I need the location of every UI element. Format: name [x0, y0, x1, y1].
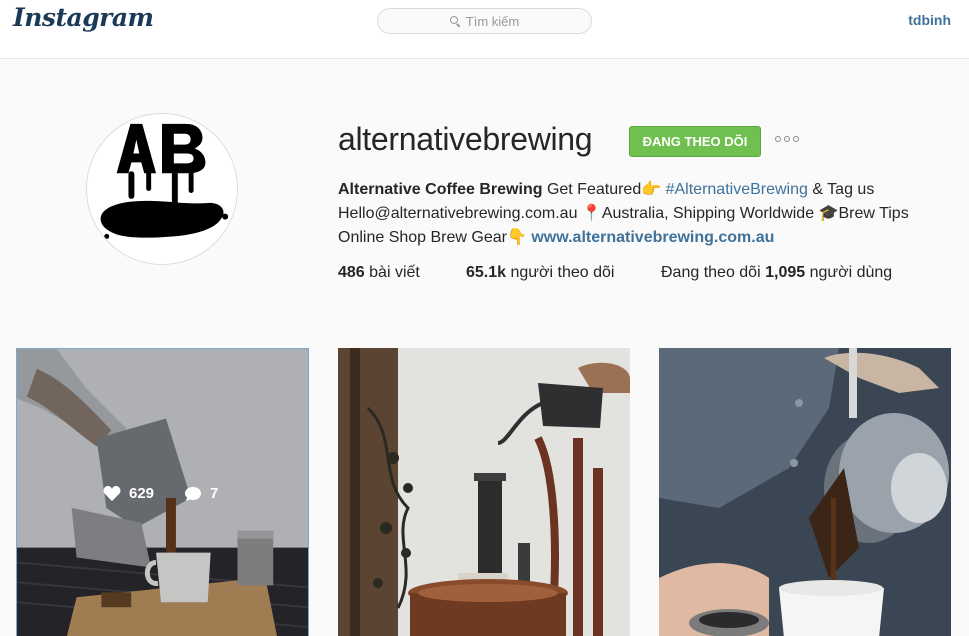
posts-label: bài viết — [369, 264, 420, 281]
website-link[interactable]: www.alternativebrewing.com.au — [531, 229, 774, 246]
top-navigation-bar: Instagram Tìm kiếm tdbinh — [0, 0, 969, 59]
following-button[interactable]: ĐANG THEO DÕI — [629, 126, 761, 157]
comments-stat: 7 — [184, 485, 218, 502]
following-count[interactable]: Đang theo dõi 1,095 người dùng — [661, 264, 892, 282]
more-options-icon[interactable] — [775, 136, 799, 142]
bio-line-1: Alternative Coffee Brewing Get Featured👉… — [338, 178, 948, 202]
followers-count[interactable]: 65.1k người theo dõi — [466, 264, 614, 282]
bio-line-2: Hello@alternativebrewing.com.au 📍Austral… — [338, 205, 909, 222]
comment-bubble-icon — [185, 486, 202, 501]
bio-text: & Tag us — [812, 181, 875, 198]
profile-avatar — [86, 113, 238, 265]
bio-line-3: Online Shop Brew Gear👇 www.alternativebr… — [338, 226, 948, 250]
comments-count: 7 — [210, 485, 219, 502]
followers-label: người theo dõi — [510, 264, 615, 281]
following-number: 1,095 — [765, 264, 806, 281]
instagram-logo[interactable]: Instagram — [13, 3, 154, 32]
post-thumbnail[interactable] — [659, 348, 951, 636]
post-thumbnail[interactable]: 629 7 — [16, 348, 309, 636]
current-user-link[interactable]: tdbinh — [908, 12, 951, 28]
search-placeholder: Tìm kiếm — [465, 13, 520, 29]
profile-full-name: Alternative Coffee Brewing — [338, 181, 543, 198]
bio-text: Get Featured👉 — [546, 181, 662, 198]
followers-number: 65.1k — [466, 264, 507, 281]
following-label: người dùng — [809, 264, 893, 281]
profile-username: alternativebrewing — [338, 121, 593, 157]
post-engagement-stats: 629 7 — [103, 485, 218, 502]
bio-text: Online Shop Brew Gear👇 — [338, 229, 527, 246]
posts-count: 486 bài viết — [338, 264, 420, 282]
post-image-aeropress — [338, 348, 630, 636]
hashtag-link[interactable]: #AlternativeBrewing — [666, 181, 808, 198]
likes-stat: 629 — [103, 485, 154, 502]
search-icon — [449, 15, 461, 27]
post-image-syphon-brew — [659, 348, 951, 636]
following-prefix: Đang theo dõi — [661, 264, 761, 281]
posts-number: 486 — [338, 264, 365, 281]
ab-logo-icon — [87, 114, 237, 264]
search-box[interactable]: Tìm kiếm — [377, 8, 592, 34]
heart-icon — [103, 485, 121, 501]
post-thumbnail[interactable] — [338, 348, 630, 636]
likes-count: 629 — [129, 485, 155, 502]
profile-bio: Alternative Coffee Brewing Get Featured👉… — [338, 178, 948, 250]
